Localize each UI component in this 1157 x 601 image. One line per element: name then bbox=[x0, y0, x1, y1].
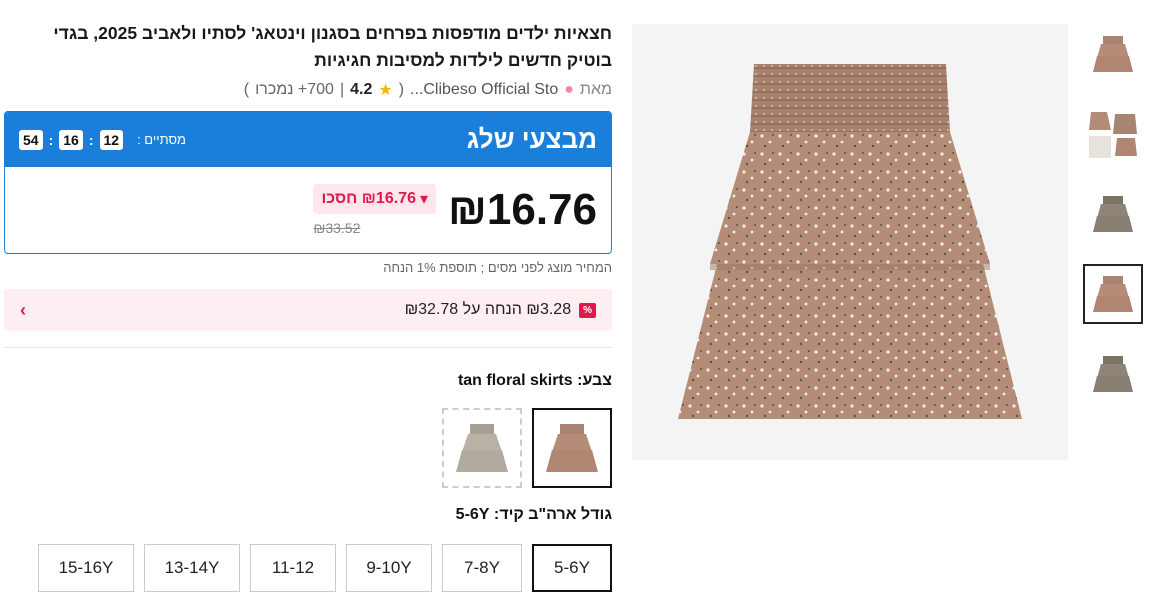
floral-skirt-image bbox=[678, 64, 1022, 419]
size-option-9-10y[interactable]: 9-10Y bbox=[346, 544, 432, 592]
star-icon: ★ bbox=[378, 82, 393, 99]
tan-skirt-swatch-image bbox=[546, 424, 598, 472]
deal-body: ₪16.76 ▾ ₪16.76 חסכו ₪33.52 bbox=[5, 167, 611, 253]
size-option-13-14y[interactable]: 13-14Y bbox=[144, 544, 240, 592]
product-title: חצאיות ילדים מודפסות בפרחים בסגנון וינטא… bbox=[53, 23, 612, 70]
current-price: ₪16.76 bbox=[448, 185, 597, 234]
flash-deal-box: מבצעי שלג מסתיים : 12 : 16 : 54 ₪16.76 ▾… bbox=[4, 111, 612, 254]
countdown-timer: מסתיים : 12 : 16 : 54 bbox=[19, 129, 186, 150]
color-swatch-grey[interactable] bbox=[442, 408, 522, 488]
skirt-thumbnail-image bbox=[1093, 36, 1133, 72]
store-line: מאת ● Clibeso Official Sto... ( ★ 4.2 | … bbox=[243, 81, 612, 99]
sold-count: 700+ נמכרו bbox=[255, 81, 334, 98]
skirt-thumbnail-image bbox=[1093, 276, 1133, 312]
size-option-7-8y[interactable]: 7-8Y bbox=[442, 544, 522, 592]
store-by-label: מאת bbox=[579, 81, 612, 98]
thumbnail-list bbox=[1083, 24, 1145, 424]
original-price: ₪33.52 bbox=[313, 220, 361, 236]
grey-skirt-swatch-image bbox=[456, 424, 508, 472]
store-name-link[interactable]: Clibeso Official Sto... bbox=[410, 81, 558, 99]
size-option-11-12[interactable]: 11-12 bbox=[250, 544, 336, 592]
tax-note: המחיר מוצג לפני מסים ; תוספת 1% הנחה bbox=[383, 260, 612, 275]
size-label: גודל ארה"ב קיד: 5-6Y bbox=[455, 506, 612, 523]
grey-skirt-thumbnail-image bbox=[1093, 196, 1133, 232]
promo-bar[interactable]: % ₪3.28 הנחה על ₪32.78 › bbox=[4, 289, 612, 331]
size-option-5-6y[interactable]: 5-6Y bbox=[532, 544, 612, 592]
discount-tag-icon: % bbox=[579, 302, 596, 318]
selected-size: 5-6Y bbox=[455, 506, 490, 523]
size-option-15-16y[interactable]: 15-16Y bbox=[38, 544, 134, 592]
timer-minutes: 16 bbox=[59, 129, 83, 150]
main-product-image[interactable] bbox=[632, 24, 1068, 460]
rating-value: 4.2 bbox=[350, 81, 373, 98]
skirt-collage-thumbnail-image bbox=[1089, 112, 1137, 158]
timer-hours: 12 bbox=[99, 129, 124, 150]
product-info: חצאיות ילדים מודפסות בפרחים בסגנון וינטא… bbox=[4, 20, 612, 592]
size-options: 5-6Y 7-8Y 9-10Y 11-12 13-14Y 15-16Y bbox=[4, 544, 612, 592]
thumbnail-4-selected[interactable] bbox=[1083, 264, 1143, 324]
chevron-left-icon[interactable]: › bbox=[20, 300, 26, 321]
timer-label: מסתיים : bbox=[137, 132, 186, 147]
timer-seconds: 54 bbox=[19, 129, 43, 150]
thumbnail-3[interactable] bbox=[1083, 184, 1143, 244]
deal-header: מבצעי שלג מסתיים : 12 : 16 : 54 bbox=[5, 112, 611, 167]
color-swatches bbox=[4, 408, 612, 488]
down-arrow-icon: ▾ bbox=[419, 191, 428, 208]
deal-title: מבצעי שלג bbox=[466, 124, 597, 154]
selected-color: tan floral skirts bbox=[457, 372, 573, 389]
savings-text: ₪16.76 חסכו bbox=[321, 190, 416, 207]
store-icon: ● bbox=[564, 81, 574, 98]
thumbnail-1[interactable] bbox=[1083, 24, 1143, 84]
color-label: צבע: tan floral skirts bbox=[457, 372, 612, 389]
thumbnail-5[interactable] bbox=[1083, 344, 1143, 404]
thumbnail-2[interactable] bbox=[1083, 104, 1143, 164]
divider bbox=[4, 347, 612, 348]
grey-skirt-thumbnail-image bbox=[1093, 356, 1133, 392]
promo-text: ₪3.28 הנחה על ₪32.78 bbox=[404, 301, 572, 318]
color-swatch-tan[interactable] bbox=[532, 408, 612, 488]
savings-badge: ▾ ₪16.76 חסכו bbox=[313, 184, 436, 214]
